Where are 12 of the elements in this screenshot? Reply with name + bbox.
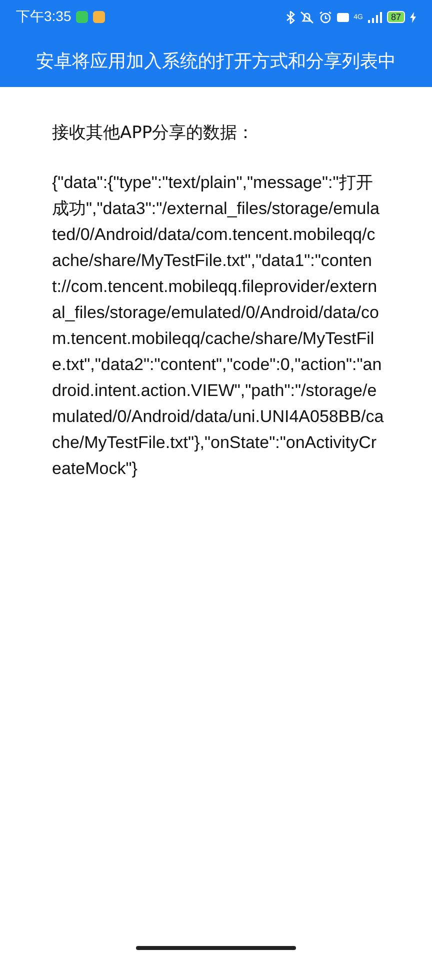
app-notification-icon bbox=[76, 11, 88, 23]
alarm-icon bbox=[318, 10, 332, 24]
page-title: 安卓将应用加入系统的打开方式和分享列表中 bbox=[35, 50, 397, 74]
data-label: 接收其他APP分享的数据： bbox=[52, 122, 256, 144]
status-time: 下午3:35 bbox=[16, 8, 72, 26]
battery-level: 87 bbox=[386, 11, 405, 23]
charging-icon bbox=[410, 12, 416, 22]
muted-bell-icon bbox=[300, 10, 314, 24]
bluetooth-icon bbox=[286, 10, 295, 24]
app-notification-icon bbox=[93, 11, 106, 23]
signal-icon bbox=[368, 12, 382, 22]
shared-data-text: {"data":{"type":"text/plain","message":"打开成功","data3":"/external_files/storage/emulated/0/Android/data/com.tencent.mobileqq/cache/share/MyTestFile.txt","data1":"content://com.tencent.mobileqq.fileprovider/external_files/storage/emulated/0/Android/data/com.tencent.mobileqq/cache/share/MyTestFile.txt","data2":"content","code":0,"action":"android.intent.action.VIEW","path":"/storage/emulated/0/Android/data/uni.UNI4A058BB/cache/MyTestFile.txt"},"onState":"onActivityCreateMock"} bbox=[52, 172, 384, 480]
